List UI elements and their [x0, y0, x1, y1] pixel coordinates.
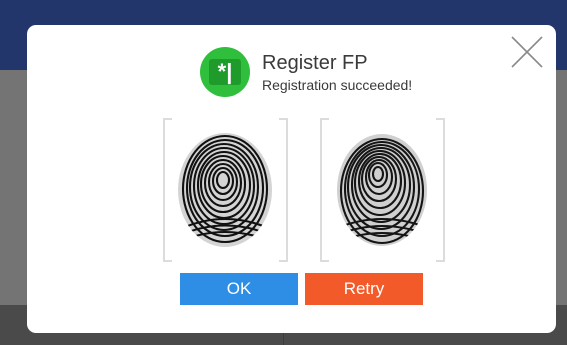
ok-button[interactable]: OK — [180, 273, 298, 305]
fingerprint-icon — [178, 133, 272, 247]
app-icon-glyph: *| — [209, 59, 241, 85]
fingerprint-image-1 — [163, 118, 288, 262]
fingerprint-icon — [337, 134, 427, 246]
frame-bracket-left — [163, 118, 172, 262]
retry-button[interactable]: Retry — [305, 273, 423, 305]
dialog-subtitle: Registration succeeded! — [262, 76, 413, 93]
fingerprint-image-2 — [320, 118, 445, 262]
dialog-header: *| Register FP Registration succeeded! — [200, 47, 412, 97]
frame-bracket-left — [320, 118, 329, 262]
close-icon[interactable] — [510, 35, 544, 69]
frame-bracket-right — [279, 118, 288, 262]
frame-bracket-right — [436, 118, 445, 262]
dialog-title: Register FP — [262, 51, 368, 74]
fingerprint-app-icon: *| — [200, 47, 250, 97]
register-fp-dialog: *| Register FP Registration succeeded! O… — [27, 25, 556, 333]
